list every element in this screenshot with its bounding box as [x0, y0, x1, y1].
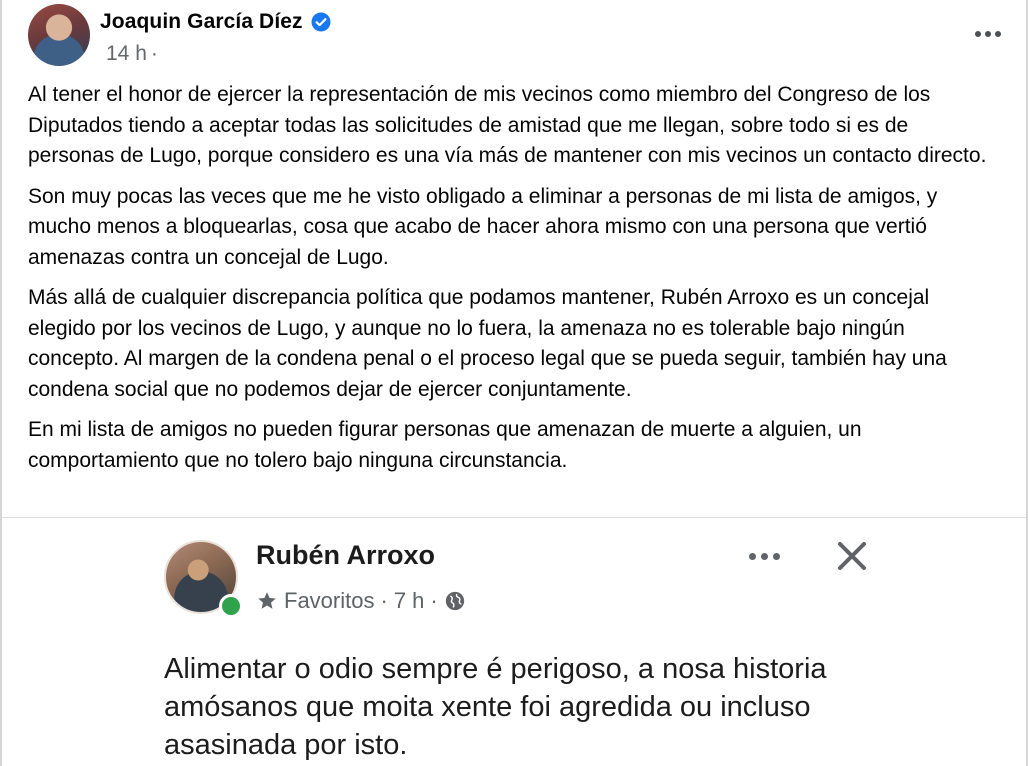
- author-avatar[interactable]: [28, 4, 90, 66]
- author-name[interactable]: Joaquin García Díez: [100, 10, 303, 34]
- close-icon: [832, 536, 872, 576]
- star-icon: [256, 590, 278, 612]
- more-options-icon: [748, 552, 756, 560]
- shared-author-name: Rubén Arroxo: [256, 540, 436, 570]
- post-paragraph: Son muy pocas las veces que me he visto …: [28, 184, 938, 269]
- shared-post-time: 7 h: [393, 588, 425, 613]
- shared-post-text: Alimentar o odio sempre é perigoso, a no…: [164, 653, 827, 761]
- post-time[interactable]: 14 h: [106, 42, 147, 66]
- post-paragraph: Más allá de cualquier discrepancia polít…: [28, 286, 947, 401]
- shared-post-meta: Favoritos · 7 h ·: [256, 588, 466, 614]
- shared-more-options-button: [744, 544, 784, 568]
- meta-separator: ·: [430, 588, 438, 613]
- author-line: Joaquin García Díez: [100, 8, 331, 36]
- post-header: Joaquin García Díez 14 h ·: [28, 2, 1008, 72]
- post-card: Joaquin García Díez 14 h · Al tener el h…: [0, 0, 1028, 766]
- shared-audience: Favoritos: [284, 588, 375, 613]
- shared-screenshot[interactable]: Rubén Arroxo Favoritos · 7 h · Alimentar…: [4, 518, 1024, 766]
- post-paragraph: Al tener el honor de ejercer la represen…: [28, 83, 987, 167]
- more-options-icon: [975, 31, 981, 37]
- post-body: Al tener el honor de ejercer la represen…: [28, 80, 998, 486]
- verified-badge-icon: [311, 12, 331, 32]
- post-meta: 14 h ·: [106, 42, 158, 66]
- meta-separator: ·: [380, 588, 388, 613]
- globe-icon: [444, 590, 466, 612]
- online-status-indicator: [219, 594, 243, 618]
- more-options-button[interactable]: [968, 22, 1008, 46]
- post-paragraph: En mi lista de amigos no pueden figurar …: [28, 418, 862, 472]
- meta-separator: ·: [150, 42, 158, 65]
